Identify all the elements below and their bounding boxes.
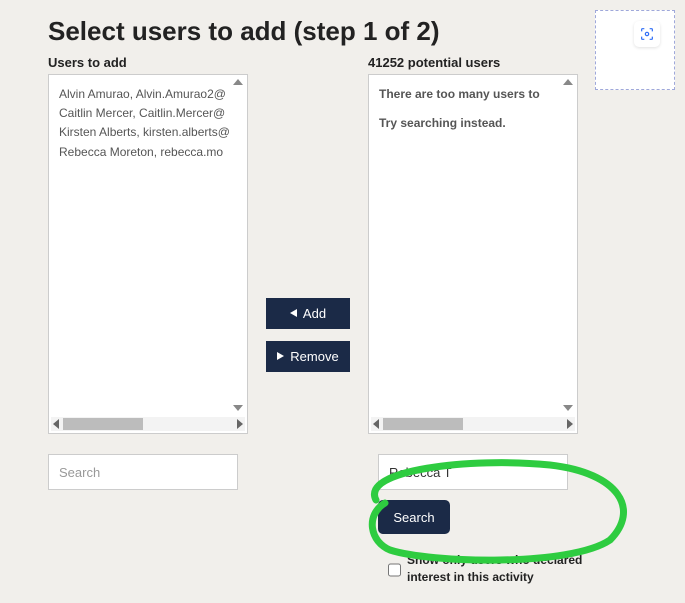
list-content: There are too many users to Try searchin…: [369, 75, 577, 417]
scroll-thumb[interactable]: [63, 418, 143, 430]
left-column: Users to add Alvin Amurao, Alvin.Amurao2…: [48, 55, 248, 434]
arrow-left-icon: [290, 309, 297, 317]
add-button-label: Add: [303, 306, 326, 321]
scroll-left-icon[interactable]: [53, 419, 59, 429]
interest-filter-label: Show only users who declared interest in…: [407, 552, 608, 586]
search-button[interactable]: Search: [378, 500, 450, 534]
dual-list-panel: Users to add Alvin Amurao, Alvin.Amurao2…: [0, 55, 685, 434]
scroll-right-icon[interactable]: [237, 419, 243, 429]
scan-icon: [639, 26, 655, 42]
arrow-right-icon: [277, 352, 284, 360]
remove-button[interactable]: Remove: [266, 341, 350, 372]
scroll-thumb[interactable]: [383, 418, 463, 430]
left-search-input[interactable]: [48, 454, 238, 490]
list-item[interactable]: Rebecca Moreton, rebecca.mo: [59, 143, 237, 162]
potential-users-listbox[interactable]: There are too many users to Try searchin…: [368, 74, 578, 434]
right-list-label: 41252 potential users: [368, 55, 578, 70]
scroll-down-icon[interactable]: [233, 405, 243, 411]
scan-badge[interactable]: [634, 21, 660, 47]
transfer-buttons: Add Remove: [270, 55, 346, 434]
search-row: Search: [0, 434, 685, 534]
list-item[interactable]: Kirsten Alberts, kirsten.alberts@: [59, 123, 237, 142]
overflow-message-line2: Try searching instead.: [379, 114, 567, 133]
list-item[interactable]: Alvin Amurao, Alvin.Amurao2@: [59, 85, 237, 104]
scroll-right-icon[interactable]: [567, 419, 573, 429]
right-search-group: Search: [378, 434, 568, 534]
right-column: 41252 potential users There are too many…: [368, 55, 578, 434]
scroll-down-icon[interactable]: [563, 405, 573, 411]
horizontal-scrollbar[interactable]: [371, 417, 575, 431]
vertical-scrollbar[interactable]: [561, 77, 575, 415]
remove-button-label: Remove: [290, 349, 338, 364]
right-search-input[interactable]: [378, 454, 568, 490]
left-search-group: [48, 434, 238, 534]
scroll-left-icon[interactable]: [373, 419, 379, 429]
left-list-label: Users to add: [48, 55, 248, 70]
scroll-up-icon[interactable]: [563, 79, 573, 85]
add-button[interactable]: Add: [266, 298, 350, 329]
overflow-message-line1: There are too many users to: [379, 85, 567, 104]
vertical-scrollbar[interactable]: [231, 77, 245, 415]
scroll-track[interactable]: [383, 418, 563, 430]
users-to-add-listbox[interactable]: Alvin Amurao, Alvin.Amurao2@ Caitlin Mer…: [48, 74, 248, 434]
list-item[interactable]: Caitlin Mercer, Caitlin.Mercer@: [59, 104, 237, 123]
scroll-track[interactable]: [63, 418, 233, 430]
interest-filter-checkbox[interactable]: [388, 554, 401, 586]
list-content: Alvin Amurao, Alvin.Amurao2@ Caitlin Mer…: [49, 75, 247, 417]
page-title: Select users to add (step 1 of 2): [0, 0, 685, 55]
horizontal-scrollbar[interactable]: [51, 417, 245, 431]
floating-placeholder: [595, 10, 675, 90]
interest-filter-row[interactable]: Show only users who declared interest in…: [388, 552, 608, 586]
scroll-up-icon[interactable]: [233, 79, 243, 85]
